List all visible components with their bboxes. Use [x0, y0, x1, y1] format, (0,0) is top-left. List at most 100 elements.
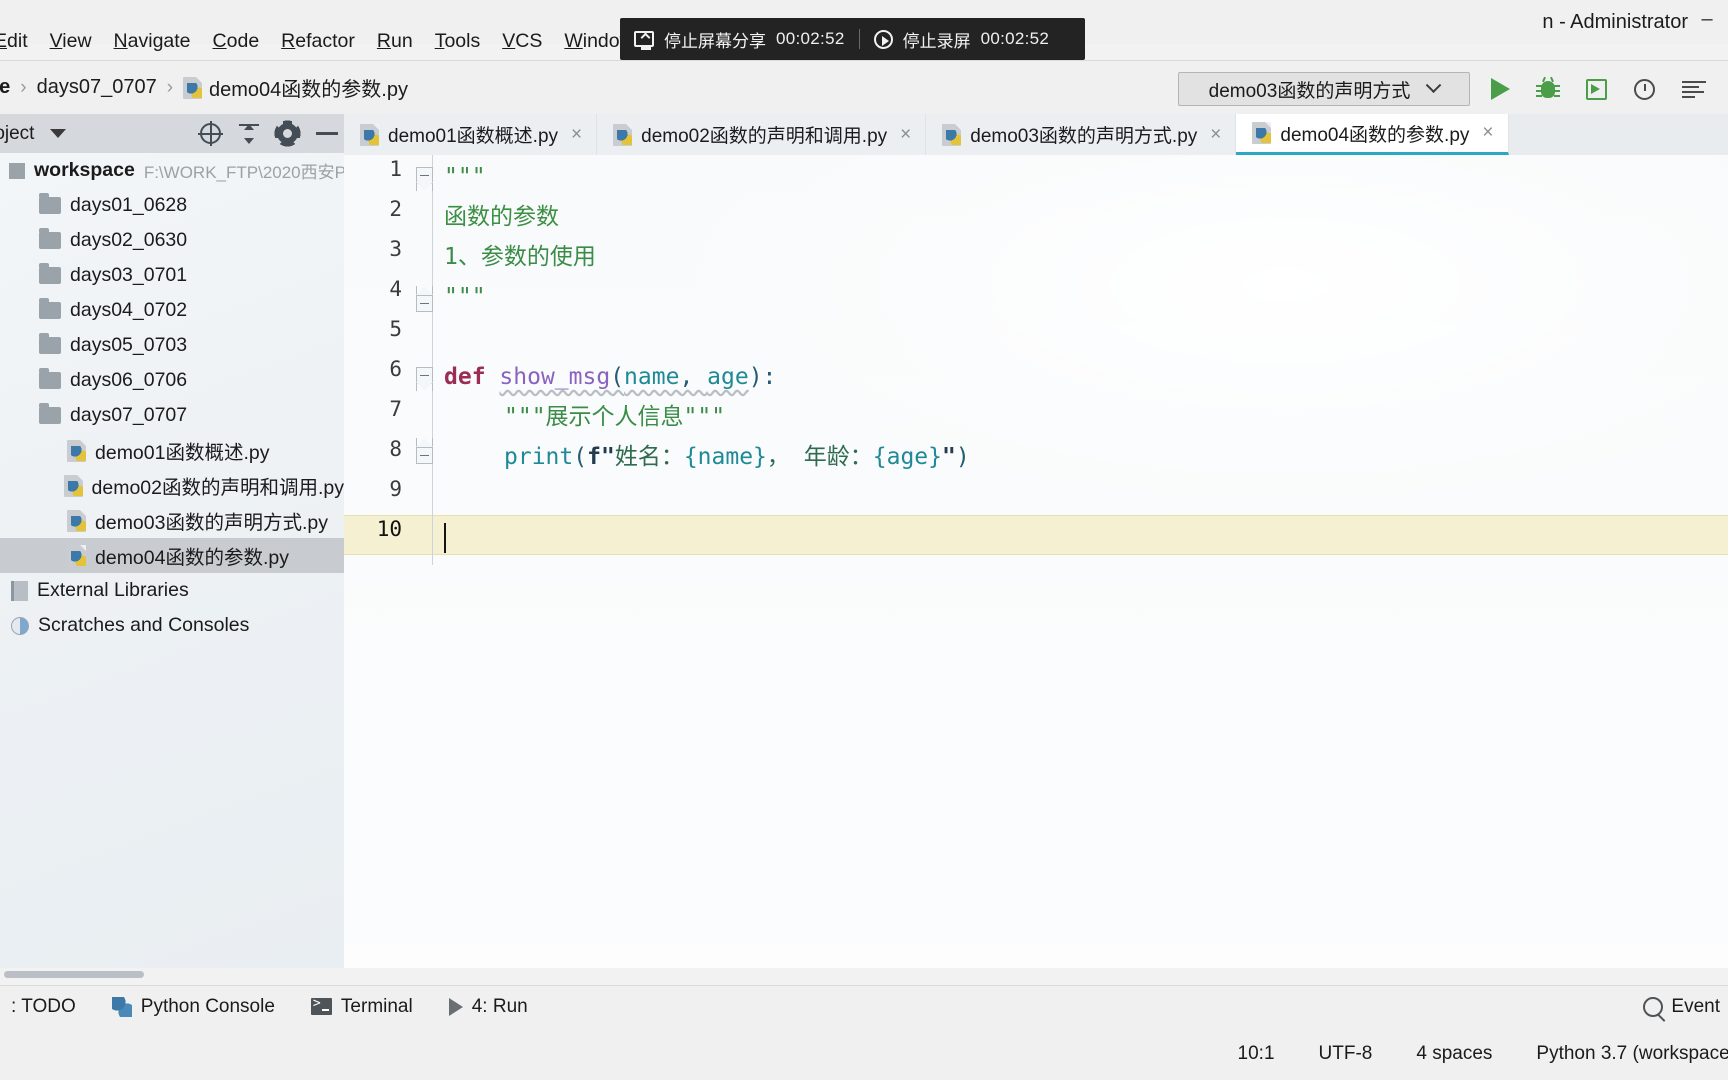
project-panel-header: roject — [0, 114, 344, 153]
tool-window-label: Terminal — [340, 995, 413, 1017]
tool-window-python-console[interactable]: Python Console — [94, 996, 293, 1018]
fold-marker-line-1[interactable] — [416, 167, 436, 191]
close-icon[interactable]: × — [1210, 124, 1221, 146]
profile-button[interactable] — [1624, 70, 1664, 108]
record-timer: 00:02:52 — [980, 29, 1050, 48]
stop-share-button[interactable]: 停止屏幕分享 00:02:52 — [620, 27, 859, 52]
editor-tab[interactable]: demo04函数的参数.py × — [1236, 114, 1509, 155]
close-icon[interactable]: × — [1482, 122, 1493, 144]
tool-window-todo[interactable]: : TODO — [0, 996, 94, 1018]
tree-item-label: demo04函数的参数.py — [95, 547, 289, 569]
scratch-icon — [11, 616, 29, 635]
tree-item[interactable]: demo04函数的参数.py — [0, 538, 344, 573]
keyword-def: def — [444, 364, 486, 390]
code-editor[interactable]: 1 2 3 4 5 6 7 8 9 10 """ 函数的参数 1、参数的使用 """ def sh… — [344, 155, 1728, 968]
tree-item[interactable]: Scratches and Consoles — [0, 608, 344, 643]
tree-item[interactable]: days01_0628 — [0, 188, 344, 223]
breadcrumb-item-2[interactable]: demo04函数的参数.py — [183, 73, 408, 102]
run-configuration-label: demo03函数的声明方式 — [1208, 80, 1411, 102]
gear-icon[interactable] — [277, 123, 298, 144]
python-file-icon — [67, 509, 86, 532]
code-line-1: """ — [444, 157, 486, 197]
python-file-icon — [942, 123, 962, 146]
editor-tab-label: demo04函数的参数.py — [1280, 124, 1470, 146]
editor-tab[interactable]: demo01函数概述.py × — [344, 114, 598, 155]
tool-window-terminal[interactable]: Terminal — [293, 996, 431, 1018]
collapse-icon[interactable] — [239, 123, 259, 144]
fstring-placeholder-name: {name} — [683, 444, 767, 470]
status-item[interactable]: 10:1 — [1216, 1043, 1297, 1065]
paren-close: ): — [748, 364, 777, 390]
project-tree-hscrollbar[interactable] — [0, 968, 344, 980]
docstring-close: """ — [444, 284, 486, 310]
param-age: age — [707, 364, 749, 390]
code-line-2: 函数的参数 — [444, 197, 559, 237]
tree-item[interactable]: days02_0630 — [0, 223, 344, 258]
stop-record-button[interactable]: 停止录屏 00:02:52 — [860, 27, 1064, 52]
tree-item[interactable]: days06_0706 — [0, 363, 344, 398]
close-icon[interactable]: × — [900, 124, 911, 146]
tree-item[interactable]: demo02函数的声明和调用.py — [0, 468, 344, 503]
python-file-icon — [67, 544, 86, 567]
close-icon[interactable]: × — [571, 124, 582, 146]
line-number: 10 — [376, 517, 402, 541]
tree-item-label: days04_0702 — [70, 299, 188, 321]
tree-item[interactable]: days03_0701 — [0, 258, 344, 293]
tree-item[interactable]: workspace F:\WORK_FTP\2020西安P — [0, 153, 344, 188]
chevron-down-icon[interactable] — [50, 129, 67, 138]
status-item[interactable]: Python 3.7 (workspace) — [1514, 1043, 1728, 1065]
run-coverage-button[interactable] — [1576, 70, 1616, 108]
run-gray-icon — [448, 997, 463, 1016]
breadcrumb-separator: › — [166, 76, 174, 98]
tree-item-label: days06_0706 — [70, 369, 188, 391]
status-item[interactable]: UTF-8 — [1297, 1043, 1395, 1065]
screen-recording-overlay: 停止屏幕分享 00:02:52 停止录屏 00:02:52 — [620, 18, 1085, 60]
minus-icon[interactable] — [316, 132, 338, 135]
tree-item[interactable]: days04_0702 — [0, 293, 344, 328]
fold-rail — [432, 155, 433, 565]
status-item[interactable]: 4 spaces — [1394, 1043, 1514, 1065]
menu-tools[interactable]: Tools — [424, 27, 492, 55]
target-icon[interactable] — [198, 121, 223, 146]
scrollbar-thumb[interactable] — [4, 971, 144, 978]
menu-edit[interactable]: Edit — [0, 27, 39, 55]
breadcrumb-item-0[interactable]: ce — [0, 76, 10, 99]
fold-marker-line-4[interactable] — [416, 286, 436, 315]
editor-tab[interactable]: demo03函数的声明方式.py × — [926, 114, 1237, 155]
pycharm-window: n - Administrator – Edit View Navigate Code… — [0, 0, 1728, 1080]
line-number: 9 — [389, 477, 402, 501]
tree-item[interactable]: days07_0707 — [0, 398, 344, 433]
tree-item[interactable]: days05_0703 — [0, 328, 344, 363]
tree-item[interactable]: demo03函数的声明方式.py — [0, 503, 344, 538]
run-button[interactable] — [1480, 70, 1520, 108]
play-icon — [1490, 78, 1510, 100]
menu-navigate[interactable]: Navigate — [103, 27, 202, 55]
tool-window-run-gray[interactable]: 4: Run — [431, 996, 546, 1018]
editor-tab[interactable]: demo02函数的声明和调用.py × — [597, 114, 927, 155]
python-file-icon — [1252, 122, 1272, 144]
todo-list-button[interactable] — [1674, 70, 1714, 108]
debug-button[interactable] — [1528, 70, 1568, 108]
project-tree[interactable]: workspace F:\WORK_FTP\2020西安P days01_0628 d… — [0, 153, 344, 968]
code-line-7: """展示个人信息""" — [444, 397, 725, 437]
breadcrumb-item-1[interactable]: days07_0707 — [37, 76, 157, 99]
line-number: 8 — [389, 437, 402, 461]
code-text[interactable]: """ 函数的参数 1、参数的使用 """ def show_msg(name,… — [444, 155, 1728, 968]
menu-refactor[interactable]: Refactor — [270, 27, 366, 55]
breadcrumb-label: ce — [0, 76, 11, 98]
fold-marker-line-8[interactable] — [416, 438, 436, 467]
print-paren-open: ( — [573, 444, 588, 470]
run-configuration-selector[interactable]: demo03函数的声明方式 — [1178, 72, 1470, 106]
tree-item[interactable]: demo01函数概述.py — [0, 433, 344, 468]
fold-marker-line-6[interactable] — [416, 367, 436, 391]
event-log-button[interactable]: Event — [1643, 996, 1720, 1018]
chevron-down-icon — [1426, 76, 1442, 93]
menu-view[interactable]: View — [39, 27, 103, 55]
stop-share-label: 停止屏幕分享 — [664, 31, 766, 51]
menu-code[interactable]: Code — [202, 27, 271, 55]
print-paren-close: ) — [955, 444, 970, 470]
menu-run[interactable]: Run — [366, 27, 424, 55]
tree-item[interactable]: External Libraries — [0, 573, 344, 608]
menu-vcs[interactable]: VCS — [491, 27, 553, 55]
editor-gutter[interactable]: 1 2 3 4 5 6 7 8 9 10 — [344, 155, 460, 968]
